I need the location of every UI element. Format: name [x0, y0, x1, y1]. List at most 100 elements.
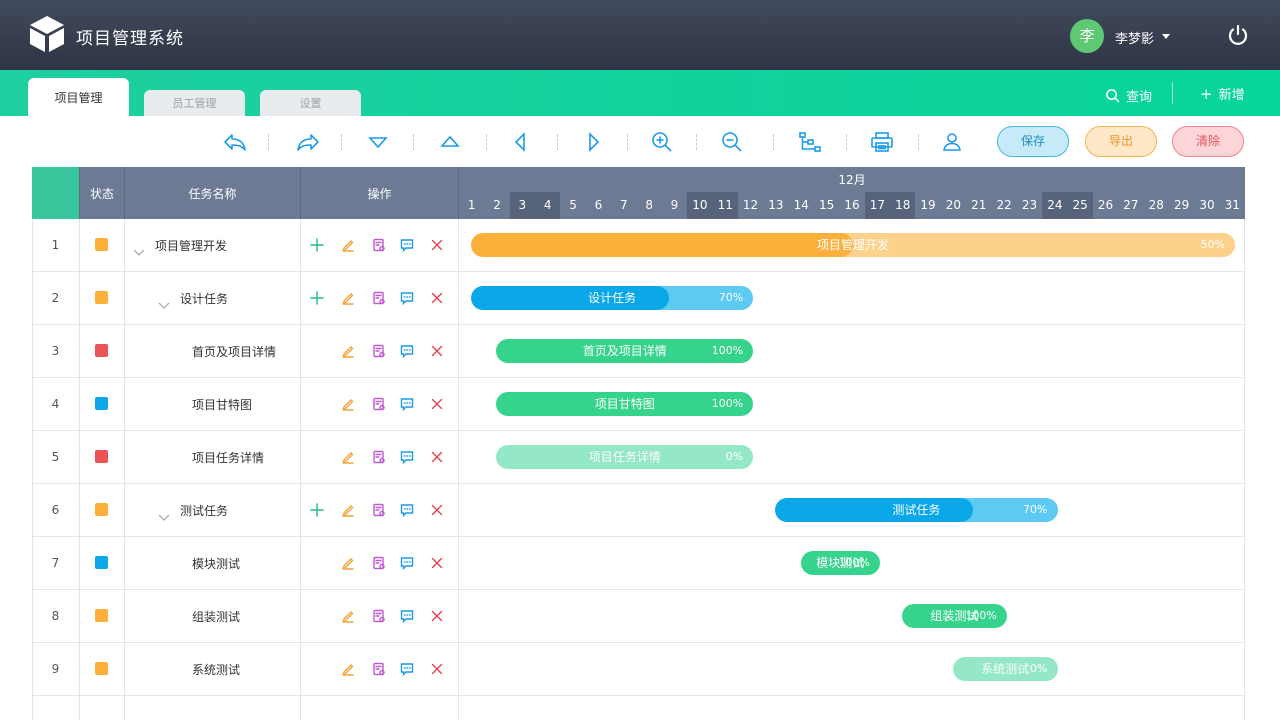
comment-icon[interactable] [399, 396, 415, 412]
user-name[interactable]: 李梦影 [1115, 28, 1154, 47]
chevron-down-icon[interactable] [158, 507, 170, 521]
delete-icon[interactable] [429, 661, 445, 677]
prev-icon[interactable] [508, 130, 532, 154]
search-action[interactable]: 查询 [1105, 86, 1152, 105]
timeline-day: 10 [687, 192, 713, 219]
comment-icon[interactable] [399, 555, 415, 571]
add-action[interactable]: + 新增 [1200, 84, 1245, 104]
gantt-bar-percent: 0% [725, 450, 744, 463]
user-icon[interactable] [940, 130, 964, 154]
power-icon[interactable] [1226, 23, 1250, 47]
divider [268, 134, 269, 150]
gantt-bar[interactable]: 模块测试 100% [800, 551, 881, 575]
grid-line [79, 219, 80, 720]
chevron-down-icon[interactable] [133, 242, 145, 256]
task-row[interactable]: 4 项目甘特图 项目甘特图 100% [32, 378, 1245, 431]
gantt-bar[interactable]: 测试任务 70% [775, 498, 1058, 522]
delete-icon[interactable] [429, 608, 445, 624]
delete-icon[interactable] [429, 343, 445, 359]
zoom-in-icon[interactable] [650, 130, 674, 154]
tab-staff[interactable]: 员工管理 [144, 90, 245, 116]
export-button[interactable]: 导出 [1085, 126, 1157, 157]
task-row[interactable]: 1 项目管理开发 项目管理开发 50% [32, 219, 1245, 272]
gantt-bar-percent: 100% [711, 397, 744, 410]
comment-icon[interactable] [399, 290, 415, 306]
gantt-bar[interactable]: 项目甘特图 100% [496, 392, 754, 416]
redo-icon[interactable] [296, 130, 320, 154]
edit-icon[interactable] [340, 661, 356, 677]
hierarchy-icon[interactable] [798, 130, 822, 154]
delete-icon[interactable] [429, 502, 445, 518]
save-button[interactable]: 保存 [997, 126, 1069, 157]
gantt-bar-percent: 100% [838, 556, 871, 569]
gantt-bar[interactable]: 组装测试 100% [902, 604, 1007, 628]
chevron-down-icon[interactable] [158, 295, 170, 309]
next-icon[interactable] [582, 130, 606, 154]
grid-line [458, 219, 459, 720]
tab-project[interactable]: 项目管理 [28, 78, 129, 116]
edit-icon[interactable] [340, 608, 356, 624]
undo-icon[interactable] [223, 130, 247, 154]
detail-icon[interactable] [371, 343, 387, 359]
task-row[interactable]: 8 组装测试 组装测试 100% [32, 590, 1245, 643]
chat-icon [400, 557, 414, 570]
delete-icon[interactable] [429, 290, 445, 306]
gantt-bar[interactable]: 系统测试 0% [952, 657, 1058, 681]
add-subtask-icon[interactable] [309, 502, 325, 518]
edit-icon[interactable] [340, 343, 356, 359]
delete-icon[interactable] [429, 237, 445, 253]
gantt-bar-percent: 100% [965, 609, 997, 622]
comment-icon[interactable] [399, 449, 415, 465]
detail-icon[interactable] [371, 608, 387, 624]
pencil-icon [342, 399, 354, 411]
delete-icon[interactable] [429, 396, 445, 412]
document-icon [373, 662, 385, 676]
detail-icon[interactable] [371, 237, 387, 253]
tab-settings[interactable]: 设置 [260, 90, 361, 116]
comment-icon[interactable] [399, 343, 415, 359]
task-name: 项目甘特图 [192, 398, 253, 412]
gantt-bar[interactable]: 首页及项目详情 100% [496, 339, 754, 363]
comment-icon[interactable] [399, 661, 415, 677]
edit-icon[interactable] [340, 237, 356, 253]
detail-icon[interactable] [371, 661, 387, 677]
print-icon[interactable] [870, 130, 894, 154]
detail-icon[interactable] [371, 290, 387, 306]
task-row[interactable]: 6 测试任务 测试任务 70% [32, 484, 1245, 537]
task-number: 4 [51, 397, 60, 411]
edit-icon[interactable] [340, 555, 356, 571]
task-row[interactable]: 7 模块测试 模块测试 100% [32, 537, 1245, 590]
zoom-out-icon[interactable] [720, 130, 744, 154]
edit-icon[interactable] [340, 396, 356, 412]
delete-icon[interactable] [429, 555, 445, 571]
task-row[interactable]: 5 项目任务详情 项目任务详情 0% [32, 431, 1245, 484]
avatar[interactable]: 李 [1070, 19, 1104, 53]
add-subtask-icon[interactable] [309, 290, 325, 306]
comment-icon[interactable] [399, 608, 415, 624]
gantt-bar[interactable]: 项目管理开发 50% [471, 233, 1235, 257]
gantt-bar[interactable]: 项目任务详情 0% [496, 445, 754, 469]
document-icon [373, 238, 385, 252]
task-row[interactable]: 9 系统测试 系统测试 0% [32, 643, 1245, 696]
detail-icon[interactable] [371, 502, 387, 518]
expand-up-icon[interactable] [438, 130, 462, 154]
collapse-down-icon[interactable] [366, 130, 390, 154]
edit-icon[interactable] [340, 290, 356, 306]
add-subtask-icon[interactable] [309, 237, 325, 253]
detail-icon[interactable] [371, 555, 387, 571]
delete-icon[interactable] [429, 449, 445, 465]
comment-icon[interactable] [399, 502, 415, 518]
cube-logo-icon [30, 16, 64, 52]
gantt-bar[interactable]: 设计任务 70% [471, 286, 754, 310]
detail-icon[interactable] [371, 396, 387, 412]
comment-icon[interactable] [399, 237, 415, 253]
edit-icon[interactable] [340, 449, 356, 465]
timeline-day: 15 [818, 198, 835, 212]
task-row[interactable]: 2 设计任务 设计任务 70% [32, 272, 1245, 325]
timeline-day: 2 [493, 198, 501, 212]
user-menu-caret-icon[interactable] [1162, 34, 1170, 39]
task-row[interactable]: 3 首页及项目详情 首页及项目详情 100% [32, 325, 1245, 378]
clear-button[interactable]: 清除 [1172, 126, 1244, 157]
detail-icon[interactable] [371, 449, 387, 465]
edit-icon[interactable] [340, 502, 356, 518]
